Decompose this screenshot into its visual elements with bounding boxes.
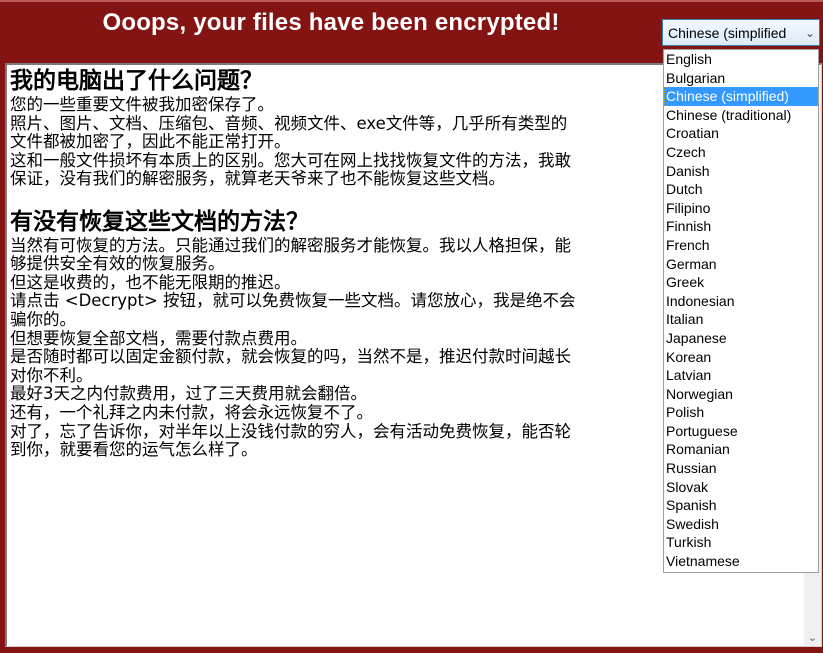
language-option[interactable]: Romanian [664,440,818,459]
language-option[interactable]: Portuguese [664,422,818,441]
language-option[interactable]: Finnish [664,217,818,236]
language-option[interactable]: Latvian [664,366,818,385]
language-option[interactable]: Polish [664,403,818,422]
language-option[interactable]: Filipino [664,199,818,218]
language-option[interactable]: German [664,255,818,274]
language-option[interactable]: Chinese (simplified) [664,87,818,106]
chevron-down-icon: ⌄ [804,25,816,40]
language-option[interactable]: Chinese (traditional) [664,106,818,125]
window-top-edge [0,0,823,2]
language-option[interactable]: Russian [664,459,818,478]
language-option[interactable]: French [664,236,818,255]
language-option[interactable]: Slovak [664,478,818,497]
language-option[interactable]: Croatian [664,124,818,143]
language-option[interactable]: Spanish [664,496,818,515]
language-option[interactable]: English [664,50,818,69]
language-select-value: Chinese (simplified [668,24,787,41]
scroll-down-button[interactable]: ⌄ [804,629,821,646]
language-option[interactable]: Dutch [664,180,818,199]
language-option[interactable]: Norwegian [664,385,818,404]
language-option[interactable]: Vietnamese [664,552,818,571]
language-option[interactable]: Turkish [664,533,818,552]
language-option[interactable]: Indonesian [664,292,818,311]
language-option[interactable]: Italian [664,310,818,329]
language-option[interactable]: Czech [664,143,818,162]
language-dropdown-list[interactable]: English Bulgarian Chinese (simplified) Chin… [663,49,819,573]
language-option[interactable]: Korean [664,348,818,367]
page-title: Ooops, your files have been encrypted! [102,9,560,36]
language-option[interactable]: Danish [664,162,818,181]
chevron-down-icon: ⌄ [807,631,818,644]
language-select[interactable]: Chinese (simplified ⌄ [662,19,820,46]
language-option[interactable]: Bulgarian [664,69,818,88]
language-option[interactable]: Swedish [664,515,818,534]
language-option[interactable]: Greek [664,273,818,292]
language-option[interactable]: Japanese [664,329,818,348]
